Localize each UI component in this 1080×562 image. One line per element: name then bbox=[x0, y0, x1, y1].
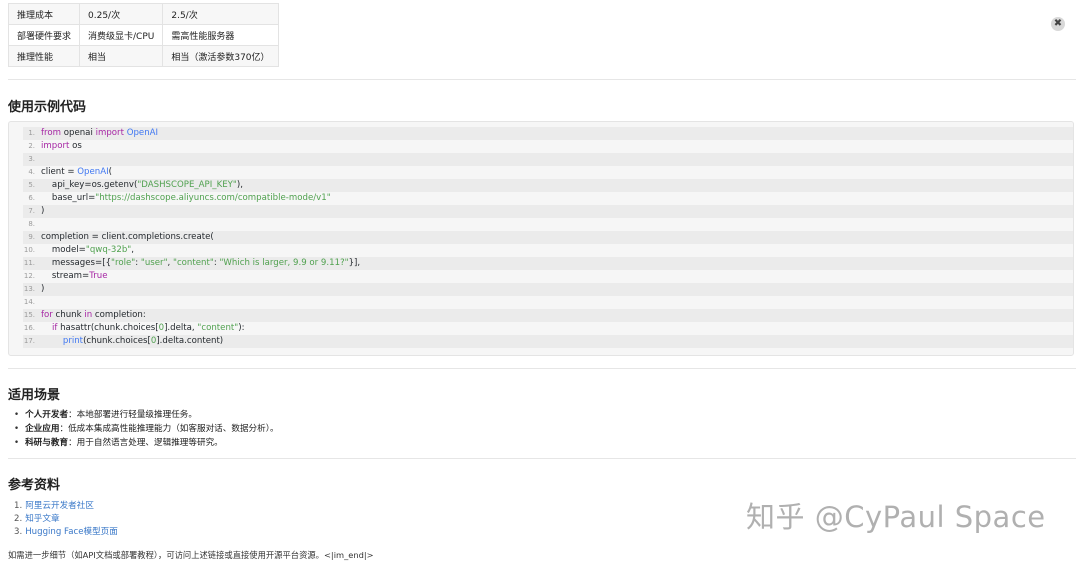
table-row: 部署硬件要求 消费级显卡/CPU 需高性能服务器 bbox=[7, 24, 279, 46]
line-number: 10. bbox=[23, 246, 35, 254]
section-title-scenarios: 适用场景 bbox=[8, 388, 61, 403]
watermark: 知乎 @CyPaul Space bbox=[746, 500, 1046, 534]
code-line: 7.) bbox=[23, 205, 1073, 218]
scenario-label: 企业应用 bbox=[25, 424, 60, 434]
code-line: 12. stream=True bbox=[23, 270, 1073, 283]
scenario-text: ：低成本集成高性能推理能力（如客服对话、数据分析）。 bbox=[59, 424, 279, 434]
divider bbox=[8, 458, 1076, 459]
scenario-label: 个人开发者 bbox=[25, 410, 69, 420]
code-text: client = OpenAI( bbox=[41, 167, 113, 177]
reference-link[interactable]: 阿里云开发者社区 bbox=[25, 501, 94, 511]
footer-note: 如需进一步细节（如API文档或部署教程），可访问上述链接或直接使用开源平台资源。… bbox=[8, 550, 374, 560]
code-line: 15. for chunk in completion: bbox=[23, 309, 1073, 322]
code-line: 9. completion = client.completions.create… bbox=[23, 231, 1073, 244]
code-line: 17. print(chunk.choices[0].delta.content… bbox=[23, 335, 1073, 348]
list-item: 2. 知乎文章 bbox=[14, 513, 118, 526]
code-text: from openai import OpenAI bbox=[41, 128, 159, 138]
table-cell: 部署硬件要求 bbox=[7, 24, 81, 46]
line-number: 6. bbox=[28, 194, 35, 202]
line-number: 2. bbox=[28, 142, 35, 150]
code-text: stream=True bbox=[41, 271, 108, 281]
code-line: 8. bbox=[23, 218, 1073, 231]
code-text: base_url="https://dashscope.aliyuncs.com… bbox=[41, 193, 331, 203]
scenario-text: ：用于自然语言处理、逻辑推理等研究。 bbox=[68, 438, 223, 448]
line-number: 15. bbox=[23, 311, 35, 319]
table-cell: 相当 bbox=[79, 45, 164, 67]
scenario-label: 科研与教育 bbox=[25, 438, 69, 448]
code-text: print(chunk.choices[0].delta.content) bbox=[62, 336, 224, 346]
section-title-code: 使用示例代码 bbox=[8, 100, 87, 115]
divider bbox=[8, 79, 1076, 80]
code-text: messages=[{"role": "user", "content": "W… bbox=[41, 258, 361, 268]
divider bbox=[8, 368, 1076, 369]
code-text: completion = client.completions.create( bbox=[41, 232, 214, 242]
table-cell: 推理性能 bbox=[7, 45, 81, 67]
table-cell: 相当（激活参数370亿） bbox=[162, 45, 279, 67]
code-line: 11. messages=[{"role": "user", "content"… bbox=[23, 257, 1073, 270]
code-line: 1. from openai import OpenAI bbox=[23, 127, 1073, 140]
code-line: 4. client = OpenAI( bbox=[23, 166, 1073, 179]
list-item: 企业应用：低成本集成高性能推理能力（如客服对话、数据分析）。 bbox=[14, 422, 279, 436]
code-text: model="qwq-32b", bbox=[41, 245, 134, 255]
line-number: 3. bbox=[28, 155, 35, 163]
list-item: 个人开发者：本地部署进行轻量级推理任务。 bbox=[14, 408, 279, 422]
code-line: 6. base_url="https://dashscope.aliyuncs.… bbox=[23, 192, 1073, 205]
code-line: 2. import os bbox=[23, 140, 1073, 153]
list-item: 科研与教育：用于自然语言处理、逻辑推理等研究。 bbox=[14, 436, 279, 450]
comparison-table: 推理成本 0.25/次 2.5/次 部署硬件要求 消费级显卡/CPU 需高性能服务器 推理性… bbox=[7, 3, 279, 67]
table-row: 推理成本 0.25/次 2.5/次 bbox=[7, 3, 279, 25]
table-row: 推理性能 相当 相当（激活参数370亿） bbox=[7, 45, 279, 67]
reference-number: 2. bbox=[14, 514, 23, 524]
line-number: 7. bbox=[28, 207, 35, 215]
code-text: if hasattr(chunk.choices[0].delta, "cont… bbox=[51, 323, 245, 333]
scenario-text: ：本地部署进行轻量级推理任务。 bbox=[68, 410, 197, 420]
line-number: 9. bbox=[28, 233, 35, 241]
table-cell: 2.5/次 bbox=[162, 3, 279, 25]
page: 推理成本 0.25/次 2.5/次 部署硬件要求 消费级显卡/CPU 需高性能服务器 推理性… bbox=[0, 0, 1080, 562]
list-item: 1. 阿里云开发者社区 bbox=[14, 500, 118, 513]
code-text: api_key=os.getenv("DASHSCOPE_API_KEY"), bbox=[41, 180, 243, 190]
code-line: 3. bbox=[23, 153, 1073, 166]
code-text: ) bbox=[41, 284, 45, 294]
line-number: 13. bbox=[23, 285, 35, 293]
line-number: 8. bbox=[28, 220, 35, 228]
table-cell: 推理成本 bbox=[7, 3, 81, 25]
line-number: 5. bbox=[28, 181, 35, 189]
line-number: 11. bbox=[23, 259, 35, 267]
code-line: 10. model="qwq-32b", bbox=[23, 244, 1073, 257]
scenario-list: 个人开发者：本地部署进行轻量级推理任务。企业应用：低成本集成高性能推理能力（如客… bbox=[14, 408, 279, 450]
section-title-refs: 参考资料 bbox=[8, 478, 61, 493]
reference-list: 1. 阿里云开发者社区 2. 知乎文章 3. Hugging Face模型页面 bbox=[14, 500, 118, 539]
table-cell: 消费级显卡/CPU bbox=[79, 24, 164, 46]
line-number: 14. bbox=[23, 298, 35, 306]
line-number: 17. bbox=[23, 337, 35, 345]
close-icon[interactable]: ✖ bbox=[1051, 17, 1065, 31]
code-line: 13.) bbox=[23, 283, 1073, 296]
list-item: 3. Hugging Face模型页面 bbox=[14, 526, 118, 539]
line-number: 16. bbox=[23, 324, 35, 332]
table-cell: 需高性能服务器 bbox=[162, 24, 279, 46]
code-text: ) bbox=[41, 206, 45, 216]
line-number: 12. bbox=[23, 272, 35, 280]
reference-number: 1. bbox=[14, 501, 23, 511]
code-line: 14. bbox=[23, 296, 1073, 309]
code-lines: 1. from openai import OpenAI 2. import os 3.… bbox=[23, 127, 1073, 348]
line-number: 1. bbox=[28, 129, 35, 137]
code-line: 16. if hasattr(chunk.choices[0].delta, "… bbox=[23, 322, 1073, 335]
code-line: 5. api_key=os.getenv("DASHSCOPE_API_KEY"… bbox=[23, 179, 1073, 192]
code-text: for chunk in completion: bbox=[41, 310, 146, 320]
line-number: 4. bbox=[28, 168, 35, 176]
code-block: 1. from openai import OpenAI 2. import os 3.… bbox=[8, 121, 1074, 356]
reference-link[interactable]: 知乎文章 bbox=[25, 514, 59, 524]
reference-link[interactable]: Hugging Face模型页面 bbox=[25, 527, 118, 537]
code-text: import os bbox=[41, 141, 82, 151]
reference-number: 3. bbox=[14, 527, 23, 537]
table-cell: 0.25/次 bbox=[79, 3, 164, 25]
